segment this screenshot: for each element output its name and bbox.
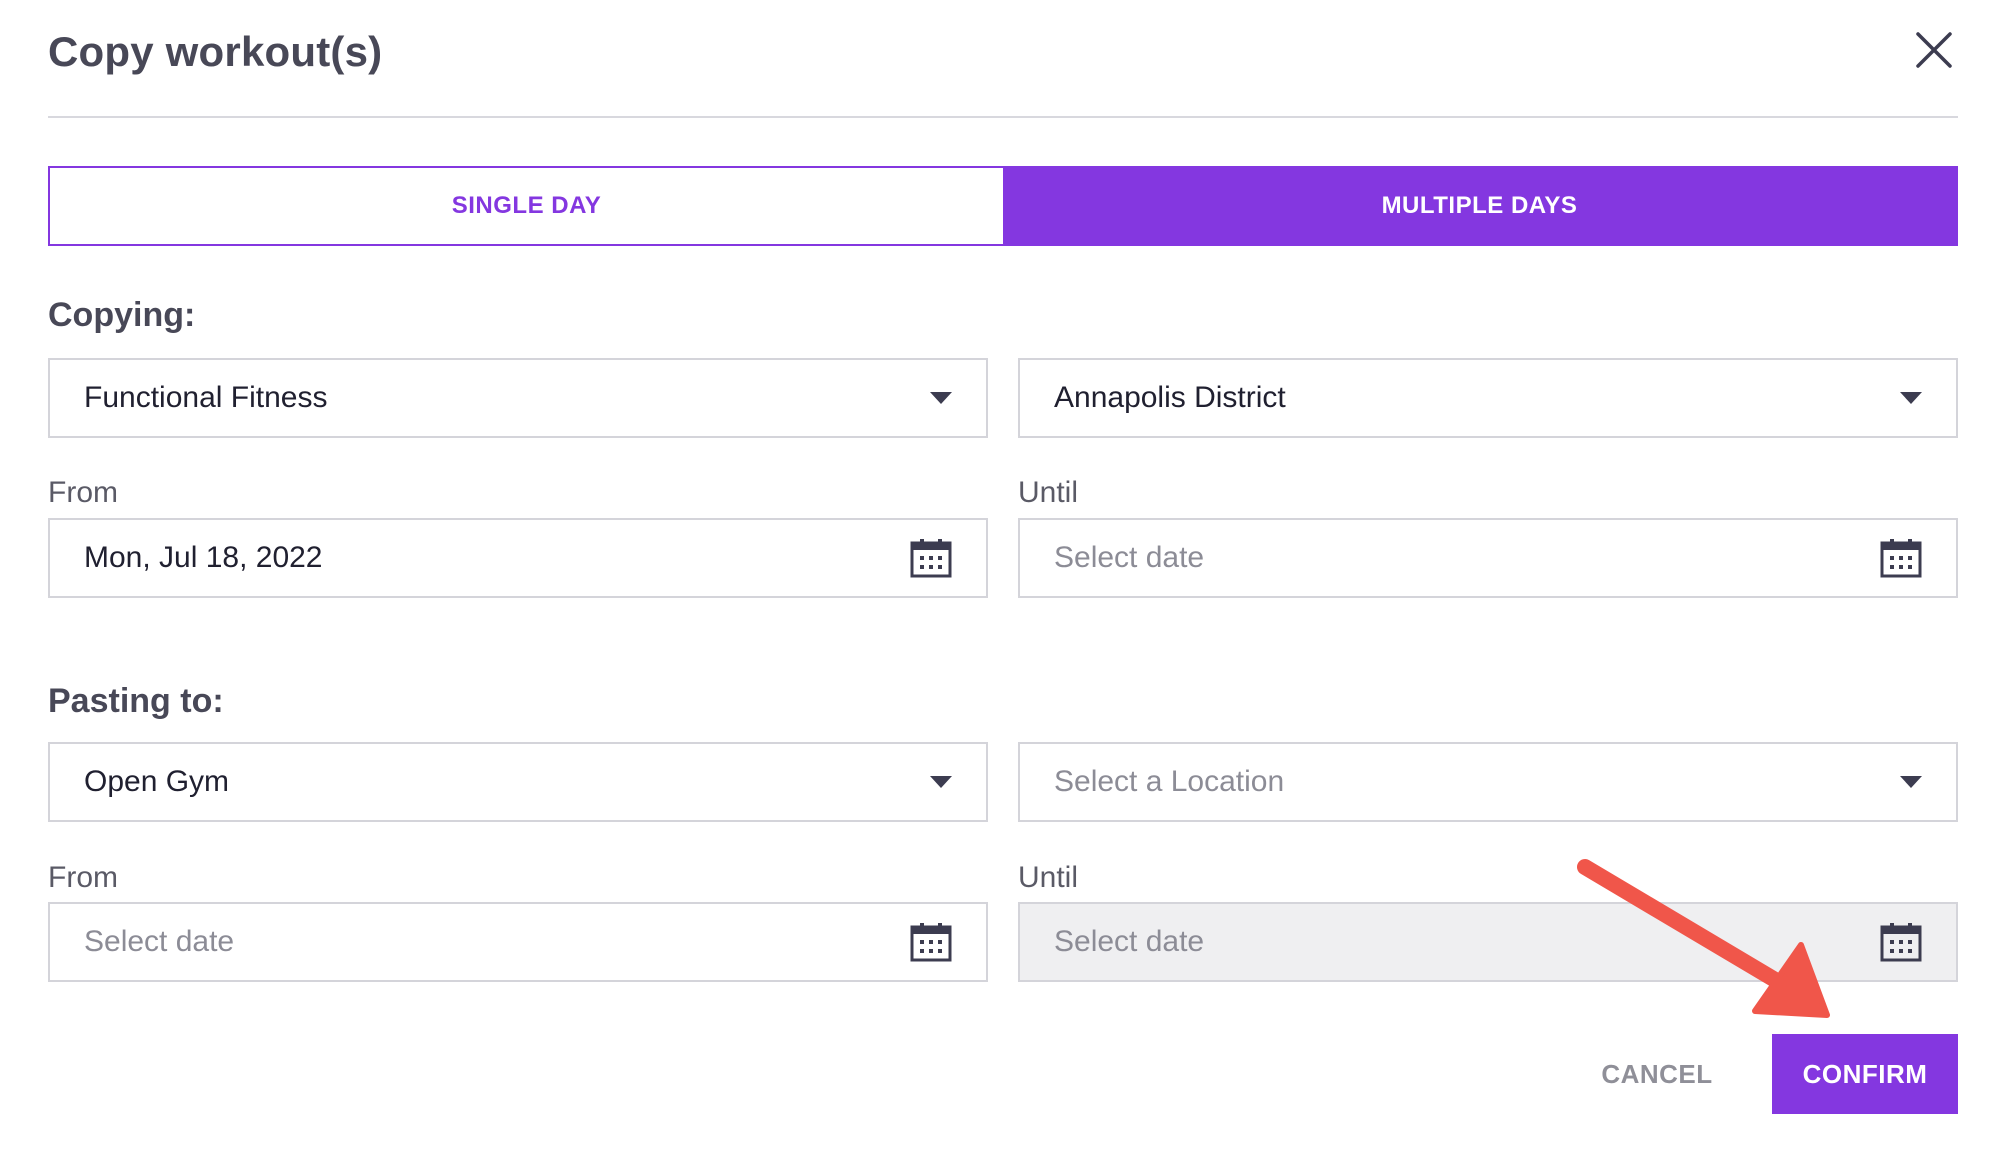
pasting-location-placeholder: Select a Location [1054,765,1285,798]
dialog-title: Copy workout(s) [48,28,383,75]
pasting-program-select[interactable]: Open Gym [48,742,988,822]
copying-from-date-value: Mon, Jul 18, 2022 [84,541,323,574]
single-day-tab[interactable]: SINGLE DAY [50,168,1003,244]
chevron-down-icon [1900,392,1922,404]
copying-program-value: Functional Fitness [84,381,328,414]
copying-heading: Copying: [48,296,196,334]
calendar-icon [1880,539,1922,578]
chevron-down-icon [1900,776,1922,788]
pasting-from-label: From [48,861,118,894]
annotation-arrow-icon [1577,859,1830,1018]
cancel-button[interactable]: CANCEL [1582,1034,1732,1114]
calendar-icon [910,923,952,962]
chevron-down-icon [930,392,952,404]
close-button[interactable] [1912,28,1956,72]
copy-workouts-dialog: Copy workout(s) SINGLE DAY MULTIPLE DAYS… [0,0,1990,1152]
confirm-button[interactable]: CONFIRM [1772,1034,1958,1114]
calendar-icon [1880,923,1922,962]
header-divider [48,116,1958,118]
copying-until-date-input[interactable]: Select date [1018,518,1958,598]
copying-from-date-input[interactable]: Mon, Jul 18, 2022 [48,518,988,598]
copying-until-label: Until [1018,476,1079,509]
multiple-days-tab[interactable]: MULTIPLE DAYS [1003,168,1956,244]
calendar-icon [910,539,952,578]
pasting-heading: Pasting to: [48,682,224,720]
copying-until-date-placeholder: Select date [1054,541,1205,574]
pasting-location-select[interactable]: Select a Location [1018,742,1958,822]
mode-toggle: SINGLE DAY MULTIPLE DAYS [48,166,1958,246]
pasting-from-date-input[interactable]: Select date [48,902,988,982]
chevron-down-icon [930,776,952,788]
copying-program-select[interactable]: Functional Fitness [48,358,988,438]
copying-location-select[interactable]: Annapolis District [1018,358,1958,438]
copying-location-value: Annapolis District [1054,381,1286,414]
pasting-until-label: Until [1018,861,1079,894]
pasting-from-date-placeholder: Select date [84,925,235,958]
close-icon [1916,32,1952,68]
copying-from-label: From [48,476,118,509]
pasting-program-value: Open Gym [84,765,230,798]
